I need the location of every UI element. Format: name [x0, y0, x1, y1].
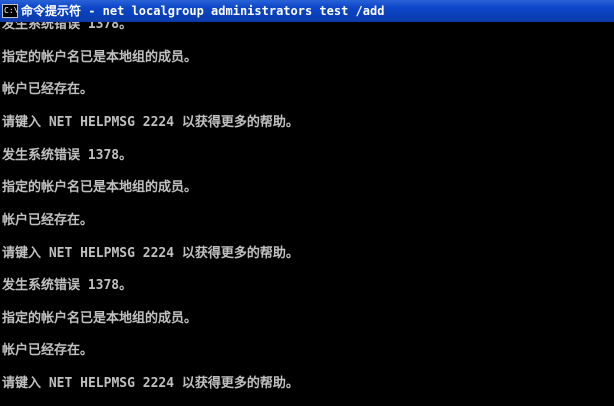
- console-line: 请键入 NET HELPMSG 2224 以获得更多的帮助。: [2, 246, 299, 261]
- console-line: 发生系统错误 1378。: [2, 22, 133, 32]
- console-line: 帐户已经存在。: [2, 82, 94, 97]
- console-line: 帐户已经存在。: [2, 343, 94, 358]
- console-line: 发生系统错误 1378。: [2, 148, 133, 163]
- console-line: 请键入 NET HELPMSG 2224 以获得更多的帮助。: [2, 376, 299, 391]
- command-prompt-window: C:\ 命令提示符 - net localgroup administrator…: [0, 0, 614, 406]
- title-bar[interactable]: C:\ 命令提示符 - net localgroup administrator…: [0, 0, 614, 22]
- console-icon[interactable]: C:\: [2, 4, 18, 18]
- console-line: 指定的帐户名已是本地组的成员。: [2, 50, 198, 65]
- console-line: 指定的帐户名已是本地组的成员。: [2, 180, 198, 195]
- console-line: 发生系统错误 1378。: [2, 278, 133, 293]
- window-title: 命令提示符 - net localgroup administrators te…: [21, 4, 385, 18]
- console-line: 帐户已经存在。: [2, 213, 94, 228]
- console-output[interactable]: 发生系统错误 1378。 指定的帐户名已是本地组的成员。 帐户已经存在。 请键入…: [0, 22, 614, 406]
- console-line: 请键入 NET HELPMSG 2224 以获得更多的帮助。: [2, 115, 299, 130]
- console-line: 指定的帐户名已是本地组的成员。: [2, 311, 198, 326]
